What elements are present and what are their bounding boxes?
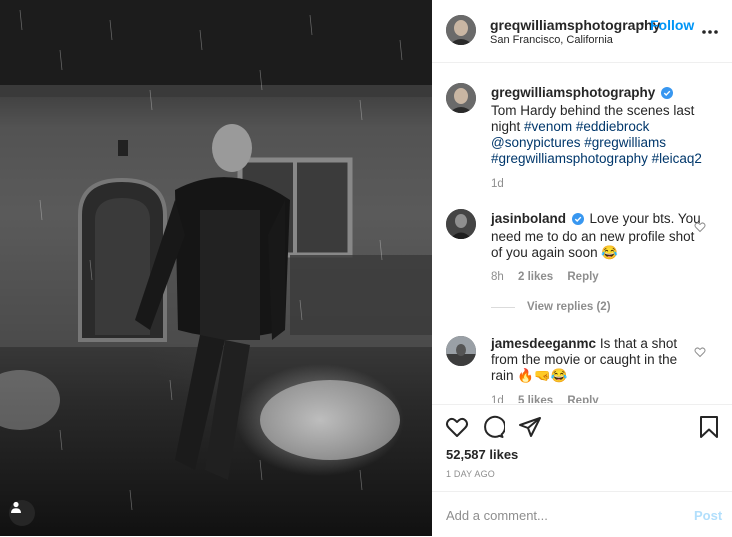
- comment-username[interactable]: jasinboland: [491, 211, 566, 226]
- comment-form: Add a comment... Post: [432, 491, 732, 537]
- reply-button[interactable]: Reply: [567, 395, 598, 403]
- comment-likes[interactable]: 5 likes: [518, 395, 553, 403]
- share-send-icon[interactable]: [518, 415, 542, 439]
- caption-meta: 1d: [491, 178, 515, 190]
- reply-button[interactable]: Reply: [567, 271, 598, 283]
- comment-text: jamesdeeganmc Is that a shot from the mo…: [491, 336, 703, 384]
- comment-like-icon[interactable]: [694, 345, 706, 358]
- comment-time[interactable]: 8h: [491, 271, 504, 283]
- comments-list[interactable]: gregwilliamsphotography Tom Hardy behind…: [432, 63, 732, 403]
- verified-badge-icon: [661, 87, 674, 103]
- likes-count[interactable]: 52,587 likes: [446, 447, 518, 462]
- comment-username[interactable]: jamesdeeganmc: [491, 336, 596, 351]
- like-heart-icon[interactable]: [445, 415, 469, 439]
- comment-meta: 8h 2 likes Reply: [491, 271, 610, 283]
- location-link[interactable]: San Francisco, California: [490, 34, 613, 46]
- hashtag-link[interactable]: #eddiebrock: [576, 119, 650, 134]
- mention-link[interactable]: @sonypictures: [491, 135, 581, 150]
- view-replies-label: View replies (2): [527, 301, 611, 313]
- caption-username[interactable]: gregwilliamsphotography: [491, 85, 655, 100]
- post-comment-button[interactable]: Post: [694, 508, 722, 523]
- follow-button[interactable]: Follow: [650, 17, 694, 33]
- caption-text: gregwilliamsphotography Tom Hardy behind…: [491, 85, 703, 167]
- post-timestamp[interactable]: 1 DAY AGO: [446, 469, 495, 479]
- avatar[interactable]: [446, 336, 476, 366]
- caption-time[interactable]: 1d: [491, 178, 504, 190]
- post-header: greqwilliamsphotography • Follow San Fra…: [432, 0, 732, 63]
- action-bar: 52,587 likes 1 DAY AGO: [432, 404, 732, 491]
- hashtag-link[interactable]: #venom: [524, 119, 572, 134]
- bookmark-save-icon[interactable]: [697, 415, 721, 439]
- hashtag-link[interactable]: #leicaq2: [652, 151, 702, 166]
- replies-divider: [491, 306, 515, 308]
- hashtag-link[interactable]: #gregwilliams: [584, 135, 666, 150]
- avatar[interactable]: [446, 83, 476, 113]
- add-comment-input[interactable]: Add a comment...: [446, 508, 548, 523]
- user-tag-icon[interactable]: [9, 500, 35, 526]
- comment-time[interactable]: 1d: [491, 395, 504, 403]
- comment-likes[interactable]: 2 likes: [518, 271, 553, 283]
- post-side-panel: greqwilliamsphotography • Follow San Fra…: [432, 0, 732, 536]
- comment-like-icon[interactable]: [694, 220, 706, 233]
- view-replies-button[interactable]: View replies (2): [491, 301, 611, 313]
- separator-dot: •: [640, 17, 645, 31]
- comment-text: jasinboland Love your bts. You need me t…: [491, 211, 703, 261]
- verified-badge-icon: [571, 213, 584, 229]
- avatar[interactable]: [446, 209, 476, 239]
- more-horizontal-icon[interactable]: [700, 20, 720, 40]
- comment-bubble-icon[interactable]: [481, 415, 507, 439]
- post-photo[interactable]: [0, 0, 432, 536]
- comment-meta: 1d 5 likes Reply: [491, 395, 610, 403]
- avatar[interactable]: [446, 15, 476, 45]
- hashtag-link[interactable]: #gregwilliamsphotography: [491, 151, 648, 166]
- photo-scene: [0, 0, 432, 511]
- username-link[interactable]: greqwilliamsphotography: [490, 17, 660, 33]
